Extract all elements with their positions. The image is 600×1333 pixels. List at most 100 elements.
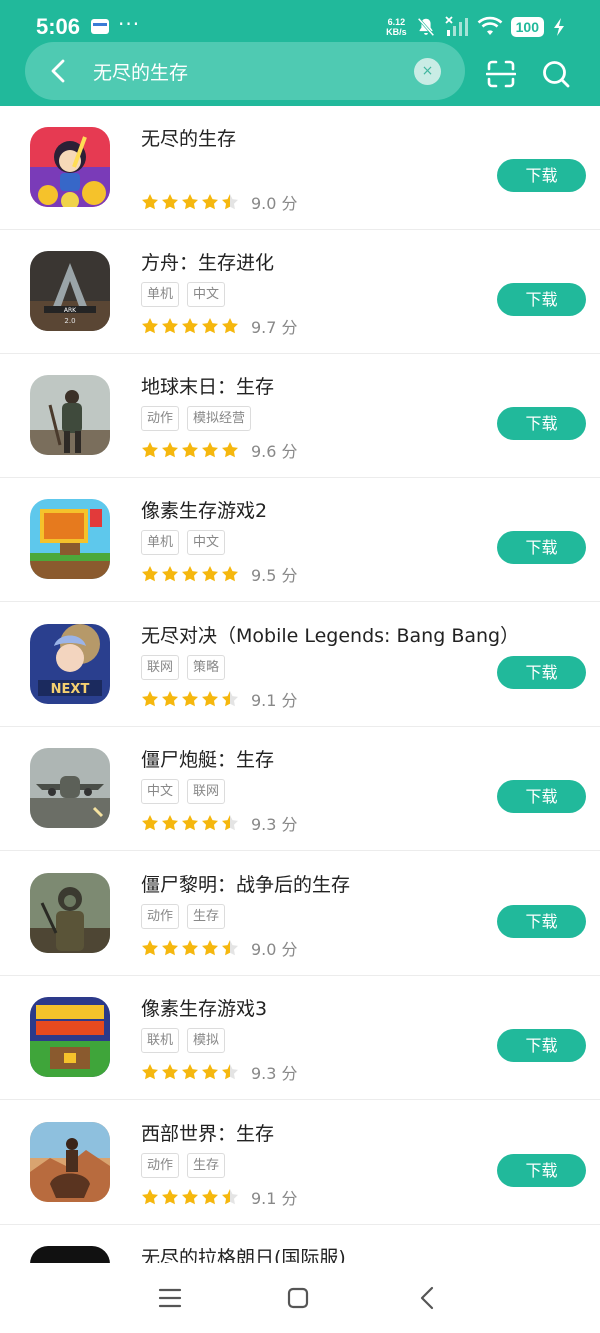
rating-score: 9.0 分 <box>251 940 298 959</box>
star-full-icon <box>142 442 158 458</box>
game-icon-earth-last-day[interactable] <box>30 375 110 455</box>
search-bar: × <box>25 42 465 100</box>
app-tags: 动作 生存 <box>141 1153 226 1178</box>
app-tag: 联机 <box>141 1028 180 1053</box>
star-full-icon <box>142 691 158 707</box>
app-rating: 9.1 分 <box>141 687 298 711</box>
search-icon[interactable] <box>541 59 571 89</box>
star-full-icon <box>202 815 218 831</box>
rating-stars <box>141 441 239 459</box>
star-full-icon <box>162 940 178 956</box>
app-name[interactable]: 僵尸黎明：战争后的生存 <box>141 870 350 897</box>
star-full-icon <box>182 815 198 831</box>
download-button[interactable]: 下载 <box>497 283 586 316</box>
app-list-item[interactable]: ARK 2.0 方舟：生存进化 单机 中文 9.7 分 下载 <box>0 230 600 354</box>
rating-stars <box>141 193 239 211</box>
card-notification-icon <box>91 19 109 34</box>
star-full-icon <box>202 1064 218 1080</box>
nav-back-icon[interactable] <box>418 1286 436 1310</box>
app-name[interactable]: 地球末日：生存 <box>141 372 274 399</box>
star-full-icon <box>142 194 158 210</box>
download-button[interactable]: 下载 <box>497 407 586 440</box>
app-list-item[interactable]: 僵尸炮艇：生存 中文 联网 9.3 分 下载 <box>0 727 600 851</box>
app-rating: 9.0 分 <box>141 936 298 960</box>
app-tag: 联网 <box>141 655 180 680</box>
svg-text:2.0: 2.0 <box>64 317 75 325</box>
app-list-item[interactable]: 无尽的生存 9.0 分 下载 <box>0 106 600 230</box>
rating-stars <box>141 939 239 957</box>
game-icon-westland-survival[interactable] <box>30 1122 110 1202</box>
app-name[interactable]: 像素生存游戏3 <box>141 994 267 1021</box>
app-list-item[interactable]: NEXT 无尽对决（Mobile Legends: Bang Bang） 联网 … <box>0 603 600 727</box>
app-tag: 模拟经营 <box>187 406 252 431</box>
app-tags: 动作 模拟经营 <box>141 406 252 431</box>
menu-icon[interactable] <box>158 1287 182 1309</box>
star-full-icon <box>142 940 158 956</box>
star-full-icon <box>142 318 158 334</box>
download-button[interactable]: 下载 <box>497 1154 586 1187</box>
star-half-icon <box>222 691 238 707</box>
app-name[interactable]: 无尽的生存 <box>141 124 236 151</box>
app-list-item[interactable]: 像素生存游戏3 联机 模拟 9.3 分 下载 <box>0 976 600 1100</box>
app-name[interactable]: 僵尸炮艇：生存 <box>141 745 274 772</box>
star-full-icon <box>162 815 178 831</box>
star-full-icon <box>182 940 198 956</box>
star-full-icon <box>162 691 178 707</box>
search-input[interactable] <box>93 56 403 86</box>
star-full-icon <box>142 566 158 582</box>
app-list-item[interactable]: 像素生存游戏2 单机 中文 9.5 分 下载 <box>0 478 600 602</box>
app-name[interactable]: 方舟：生存进化 <box>141 248 274 275</box>
clear-search-button[interactable]: × <box>414 58 441 85</box>
rating-score: 9.3 分 <box>251 1064 298 1083</box>
game-icon-endless-survival[interactable] <box>30 127 110 207</box>
rating-score: 9.3 分 <box>251 815 298 834</box>
home-icon[interactable] <box>287 1287 309 1309</box>
system-nav-bar <box>0 1263 600 1333</box>
star-full-icon <box>182 194 198 210</box>
download-button[interactable]: 下载 <box>497 780 586 813</box>
app-tags: 单机 中文 <box>141 282 226 307</box>
game-icon-pixel-survival-2[interactable] <box>30 499 110 579</box>
star-full-icon <box>202 940 218 956</box>
star-half-icon <box>222 1064 238 1080</box>
app-list-item[interactable]: 西部世界：生存 动作 生存 9.1 分 下载 <box>0 1101 600 1225</box>
app-list-item[interactable]: 僵尸黎明：战争后的生存 动作 生存 9.0 分 下载 <box>0 852 600 976</box>
svg-text:NEXT: NEXT <box>51 682 90 697</box>
game-icon-ark-survival[interactable]: ARK 2.0 <box>30 251 110 331</box>
app-name[interactable]: 西部世界：生存 <box>141 1119 274 1146</box>
download-button[interactable]: 下载 <box>497 1029 586 1062</box>
status-icons: 6.12 KB/s 100 <box>386 14 566 40</box>
game-icon-pixel-survival-3[interactable] <box>30 997 110 1077</box>
game-icon-zombie-dawn[interactable] <box>30 873 110 953</box>
star-full-icon <box>162 1189 178 1205</box>
download-button[interactable]: 下载 <box>497 531 586 564</box>
app-list-item[interactable]: 地球末日：生存 动作 模拟经营 9.6 分 下载 <box>0 354 600 478</box>
app-rating: 9.6 分 <box>141 438 298 462</box>
download-button[interactable]: 下载 <box>497 905 586 938</box>
download-button[interactable]: 下载 <box>497 656 586 689</box>
app-tag: 中文 <box>187 282 226 307</box>
app-name[interactable]: 像素生存游戏2 <box>141 496 267 523</box>
star-half-icon <box>222 1189 238 1205</box>
rating-stars <box>141 1188 239 1206</box>
app-tags: 中文 联网 <box>141 779 226 804</box>
star-full-icon <box>182 1189 198 1205</box>
rating-stars <box>141 690 239 708</box>
signal-icon <box>445 16 468 36</box>
back-arrow-icon[interactable] <box>45 57 73 85</box>
wifi-icon <box>477 16 503 35</box>
rating-score: 9.1 分 <box>251 691 298 710</box>
app-rating: 9.7 分 <box>141 314 298 338</box>
app-name[interactable]: 无尽对决（Mobile Legends: Bang Bang） <box>141 621 519 648</box>
game-icon-zombie-gunship[interactable] <box>30 748 110 828</box>
star-full-icon <box>162 442 178 458</box>
download-button[interactable]: 下载 <box>497 159 586 192</box>
rating-stars <box>141 317 239 335</box>
game-icon-mobile-legends[interactable]: NEXT <box>30 624 110 704</box>
scan-icon[interactable] <box>486 59 516 89</box>
star-full-icon <box>202 691 218 707</box>
star-full-icon <box>182 566 198 582</box>
app-tags: 联网 策略 <box>141 655 226 680</box>
app-rating: 9.3 分 <box>141 1060 298 1084</box>
star-full-icon <box>202 318 218 334</box>
